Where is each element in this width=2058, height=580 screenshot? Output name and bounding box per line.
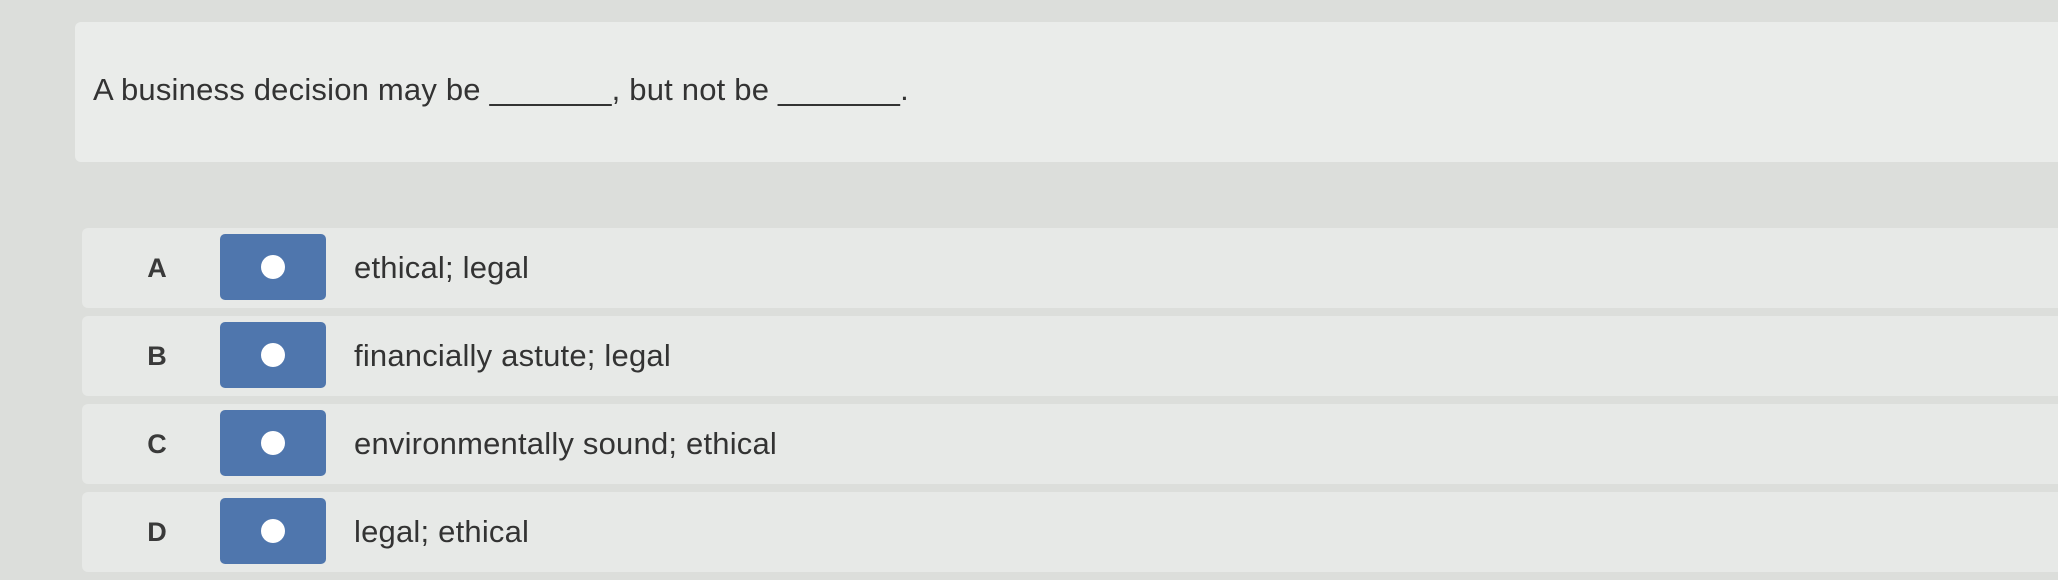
option-text: environmentally sound; ethical xyxy=(354,426,778,461)
option-letter: A xyxy=(147,253,167,283)
answer-options: A ethical; legal B financially astute; l… xyxy=(82,228,2058,580)
option-c[interactable]: C environmentally sound; ethical xyxy=(82,404,2058,484)
option-d-radio-button[interactable] xyxy=(220,498,326,564)
option-text: financially astute; legal xyxy=(354,338,671,373)
question-text: A business decision may be _______, but … xyxy=(93,72,909,107)
option-a[interactable]: A ethical; legal xyxy=(82,228,2058,308)
option-letter: B xyxy=(147,341,167,371)
radio-circle-icon xyxy=(261,255,285,279)
radio-circle-icon xyxy=(261,431,285,455)
option-c-radio-button[interactable] xyxy=(220,410,326,476)
option-a-radio-button[interactable] xyxy=(220,234,326,300)
radio-circle-icon xyxy=(261,343,285,367)
option-letter: C xyxy=(147,429,167,459)
option-letter: D xyxy=(147,517,167,547)
option-d[interactable]: D legal; ethical xyxy=(82,492,2058,572)
question-card: A business decision may be _______, but … xyxy=(75,22,2058,162)
radio-circle-icon xyxy=(261,519,285,543)
option-text: legal; ethical xyxy=(354,514,530,549)
option-b-radio-button[interactable] xyxy=(220,322,326,388)
option-text: ethical; legal xyxy=(354,250,530,285)
option-b[interactable]: B financially astute; legal xyxy=(82,316,2058,396)
